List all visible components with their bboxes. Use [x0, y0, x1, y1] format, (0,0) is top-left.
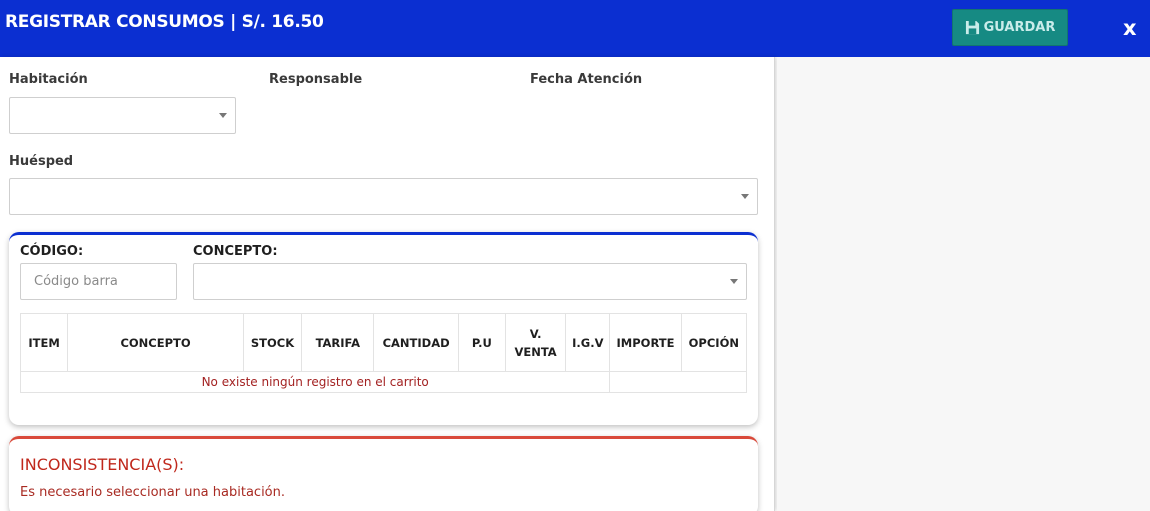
chevron-down-icon [730, 279, 738, 284]
huesped-select[interactable] [9, 178, 758, 215]
concepto-label: CONCEPTO: [193, 244, 278, 259]
barcode-input[interactable] [20, 263, 177, 300]
column-header: I.G.V [565, 313, 611, 372]
responsable-label: Responsable [269, 72, 363, 87]
column-header: OPCIÓN [680, 313, 748, 372]
modal-header: REGISTRAR CONSUMOS | S/. 16.50 GUARDAR x [0, 0, 1150, 57]
empty-cell [609, 371, 747, 393]
column-header: TARIFA [301, 313, 375, 372]
habitacion-label: Habitación [9, 72, 88, 87]
chevron-down-icon [741, 194, 749, 199]
concepto-select[interactable] [193, 263, 747, 300]
codigo-label: CÓDIGO: [20, 244, 84, 259]
column-header: IMPORTE [609, 313, 682, 372]
table-header-row: ITEM CONCEPTO STOCK TARIFA CANTIDAD P.U … [19, 313, 748, 372]
inconsistency-alert: INCONSISTENCIA(S): Es necesario seleccio… [9, 436, 758, 511]
column-header: P.U [457, 313, 506, 372]
save-button[interactable]: GUARDAR [952, 9, 1068, 46]
close-button[interactable]: x [1123, 16, 1137, 40]
alert-message: Es necesario seleccionar una habitación. [20, 485, 286, 500]
empty-cart-message: No existe ningún registro en el carrito [19, 371, 611, 393]
column-header: CONCEPTO [67, 313, 244, 372]
huesped-label: Huésped [9, 154, 74, 169]
alert-title: INCONSISTENCIA(S): [20, 455, 185, 474]
fecha-atencion-label: Fecha Atención [530, 72, 643, 87]
column-header: ITEM [19, 313, 69, 372]
floppy-disk-icon [965, 20, 979, 35]
consumption-form-panel: Habitación Responsable Fecha Atención Hu… [0, 57, 775, 511]
column-header: CANTIDAD [373, 313, 459, 372]
chevron-down-icon [219, 113, 227, 118]
habitacion-select[interactable] [9, 97, 236, 134]
product-card: CÓDIGO: CONCEPTO: ITEM CONCEPTO STOCK TA… [9, 232, 758, 425]
cart-table: ITEM CONCEPTO STOCK TARIFA CANTIDAD P.U … [19, 313, 748, 393]
column-header: STOCK [242, 313, 303, 372]
column-header: V. VENTA [504, 313, 567, 372]
table-row: No existe ningún registro en el carrito [19, 371, 747, 393]
modal-title: REGISTRAR CONSUMOS | S/. 16.50 [5, 12, 324, 32]
save-button-label: GUARDAR [983, 20, 1056, 35]
side-area [777, 57, 1150, 511]
